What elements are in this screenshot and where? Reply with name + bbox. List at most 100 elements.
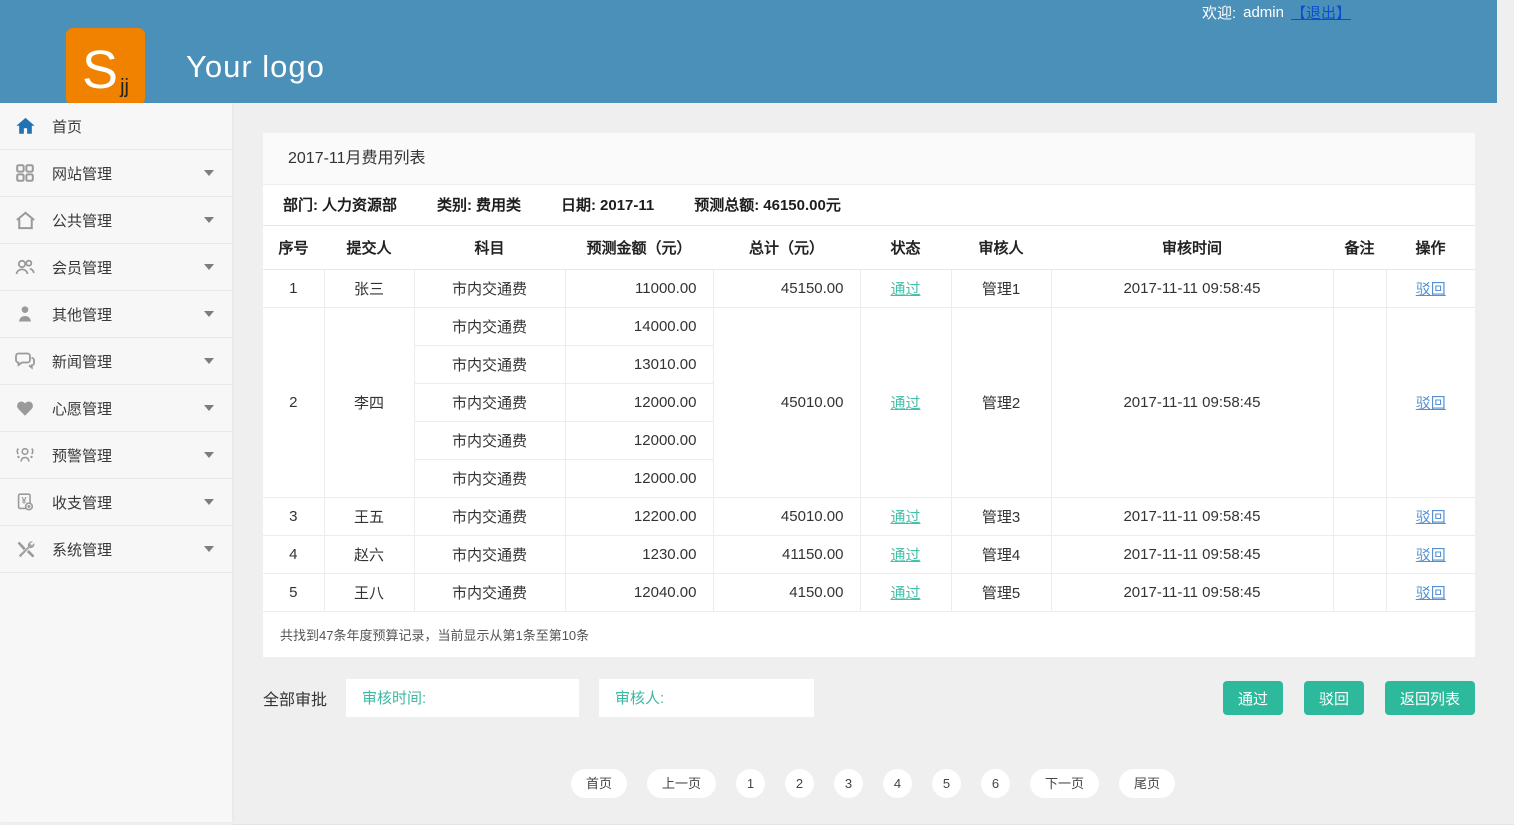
column-header: 总计（元） [713, 226, 860, 270]
pagination-last[interactable]: 尾页 [1119, 769, 1175, 798]
status-pass-link[interactable]: 通过 [890, 281, 920, 298]
reject-link[interactable]: 驳回 [1416, 395, 1446, 412]
reviewer-input[interactable] [599, 679, 814, 717]
sidebar-item-label: 公共管理 [52, 210, 204, 231]
column-header: 序号 [263, 226, 324, 270]
table-row: 2李四市内交通费14000.0045010.00通过管理22017-11-11 … [263, 308, 1475, 346]
pagination-first[interactable]: 首页 [571, 769, 627, 798]
table-row: 3王五市内交通费12200.0045010.00通过管理32017-11-11 … [263, 498, 1475, 536]
status-pass-link[interactable]: 通过 [890, 509, 920, 526]
status-pass-link[interactable]: 通过 [890, 585, 920, 602]
cell-subject: 市内交通费 [414, 460, 565, 498]
sidebar-item-alert[interactable]: 预警管理 [0, 432, 232, 479]
chevron-down-icon [204, 217, 214, 223]
cell-seq: 1 [263, 270, 324, 308]
pass-button[interactable]: 通过 [1223, 681, 1283, 715]
welcome-bar: 欢迎: admin 【退出】 [1202, 2, 1351, 23]
pagination-page-3[interactable]: 3 [834, 769, 863, 798]
cell-review-time: 2017-11-11 09:58:45 [1051, 498, 1333, 536]
column-header: 提交人 [324, 226, 414, 270]
result-summary: 共找到47条年度预算记录，当前显示从第1条至第10条 [263, 612, 1475, 657]
sidebar-item-label: 新闻管理 [52, 351, 204, 372]
review-time-input[interactable] [346, 679, 579, 717]
grid-icon [13, 161, 37, 185]
cell-remark [1333, 536, 1386, 574]
chevron-down-icon [204, 264, 214, 270]
users-icon [13, 255, 37, 279]
cell-seq: 4 [263, 536, 324, 574]
cell-total: 45010.00 [713, 498, 860, 536]
reject-link[interactable]: 驳回 [1416, 281, 1446, 298]
status-pass-link[interactable]: 通过 [890, 547, 920, 564]
filter-label: 预测总额: [694, 197, 759, 214]
cell-review-time: 2017-11-11 09:58:45 [1051, 574, 1333, 612]
cell-submitter: 赵六 [324, 536, 414, 574]
chevron-down-icon [204, 499, 214, 505]
welcome-label: 欢迎: [1202, 2, 1236, 23]
cell-subject: 市内交通费 [414, 536, 565, 574]
sidebar-item-chat[interactable]: 新闻管理 [0, 338, 232, 385]
pagination-page-1[interactable]: 1 [736, 769, 765, 798]
cell-remark [1333, 574, 1386, 612]
chat-icon [13, 349, 37, 373]
reject-button[interactable]: 驳回 [1304, 681, 1364, 715]
cell-total: 45010.00 [713, 308, 860, 498]
cell-action: 驳回 [1386, 498, 1475, 536]
cell-amount: 14000.00 [565, 308, 713, 346]
chevron-down-icon [204, 170, 214, 176]
sidebar-item-users[interactable]: 会员管理 [0, 244, 232, 291]
cell-total: 41150.00 [713, 536, 860, 574]
chevron-down-icon [204, 311, 214, 317]
logo-badge-sub: jj [120, 77, 129, 97]
home-outline-icon [13, 208, 37, 232]
home-icon [13, 114, 37, 138]
cell-action: 驳回 [1386, 536, 1475, 574]
main-content: 2017-11月费用列表 部门:人力资源部类别:费用类日期:2017-11预测总… [232, 103, 1514, 822]
cell-total: 45150.00 [713, 270, 860, 308]
column-header: 操作 [1386, 226, 1475, 270]
pagination-next[interactable]: 下一页 [1030, 769, 1099, 798]
sidebar-item-home-outline[interactable]: 公共管理 [0, 197, 232, 244]
filter-item: 类别:费用类 [437, 194, 525, 215]
column-header: 预测金额（元） [565, 226, 713, 270]
sidebar-item-grid[interactable]: 网站管理 [0, 150, 232, 197]
reject-link[interactable]: 驳回 [1416, 547, 1446, 564]
sidebar-item-heart[interactable]: 心愿管理 [0, 385, 232, 432]
status-pass-link[interactable]: 通过 [890, 395, 920, 412]
cell-reviewer: 管理5 [951, 574, 1051, 612]
cell-remark [1333, 498, 1386, 536]
filter-value: 人力资源部 [322, 197, 397, 214]
pagination-page-4[interactable]: 4 [883, 769, 912, 798]
reject-link[interactable]: 驳回 [1416, 509, 1446, 526]
reject-link[interactable]: 驳回 [1416, 585, 1446, 602]
filter-label: 类别: [437, 197, 472, 214]
logout-link[interactable]: 【退出】 [1291, 2, 1351, 23]
pagination-page-5[interactable]: 5 [932, 769, 961, 798]
sidebar-item-label: 其他管理 [52, 304, 204, 325]
cell-subject: 市内交通费 [414, 346, 565, 384]
cell-status: 通过 [860, 270, 951, 308]
sidebar-item-user[interactable]: 其他管理 [0, 291, 232, 338]
sidebar-item-tools[interactable]: 系统管理 [0, 526, 232, 573]
logo-badge-letter: S [82, 43, 118, 97]
pagination-prev[interactable]: 上一页 [647, 769, 716, 798]
sidebar: 首页网站管理公共管理会员管理其他管理新闻管理心愿管理预警管理¥收支管理系统管理 [0, 103, 232, 822]
chevron-down-icon [204, 452, 214, 458]
filter-label: 日期: [561, 197, 596, 214]
back-to-list-button[interactable]: 返回列表 [1385, 681, 1475, 715]
cell-amount: 12000.00 [565, 422, 713, 460]
pagination-page-2[interactable]: 2 [785, 769, 814, 798]
table-header-row: 序号提交人科目预测金额（元）总计（元）状态审核人审核时间备注操作 [263, 226, 1475, 270]
cell-subject: 市内交通费 [414, 422, 565, 460]
column-header: 状态 [860, 226, 951, 270]
filter-label: 部门: [283, 197, 318, 214]
cell-seq: 2 [263, 308, 324, 498]
sidebar-item-receipt[interactable]: ¥收支管理 [0, 479, 232, 526]
cell-amount: 11000.00 [565, 270, 713, 308]
pagination-page-6[interactable]: 6 [981, 769, 1010, 798]
sidebar-item-home[interactable]: 首页 [0, 103, 232, 150]
cell-amount: 12000.00 [565, 384, 713, 422]
cell-review-time: 2017-11-11 09:58:45 [1051, 536, 1333, 574]
heart-icon [13, 396, 37, 420]
table-body: 1张三市内交通费11000.0045150.00通过管理12017-11-11 … [263, 270, 1475, 612]
